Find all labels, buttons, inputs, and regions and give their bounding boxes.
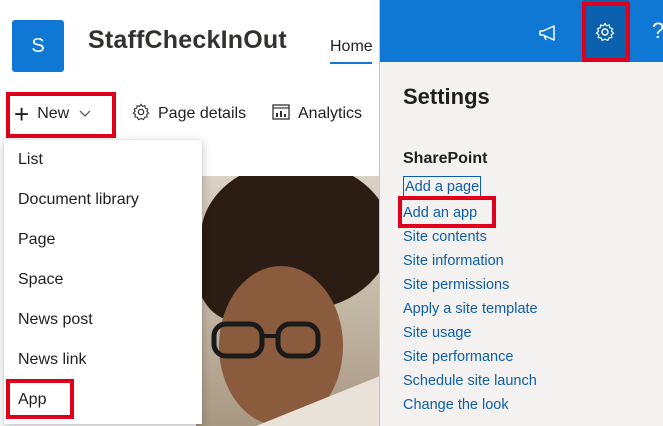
link-apply-site-template[interactable]: Apply a site template [403,298,538,322]
hero-image [196,176,380,426]
link-add-a-page[interactable]: Add a page [403,176,482,198]
menu-item-document-library[interactable]: Document library [4,180,202,220]
page-details-button[interactable]: Page details [132,94,246,134]
link-schedule-site-launch[interactable]: Schedule site launch [403,370,538,394]
menu-item-list[interactable]: List [4,140,202,180]
nav-active-indicator [330,62,372,64]
link-site-permissions[interactable]: Site permissions [403,274,538,298]
link-site-information[interactable]: Site information [403,250,538,274]
help-icon[interactable]: ? [652,18,663,44]
gear-icon [132,102,158,126]
site-logo[interactable]: S [12,20,64,72]
page-details-label: Page details [158,105,247,122]
highlight-app-item [6,379,74,419]
analytics-label: Analytics [298,105,363,122]
menu-item-news-link[interactable]: News link [4,340,202,380]
link-change-the-look[interactable]: Change the look [403,394,538,418]
nav-home-link[interactable]: Home [330,38,373,56]
site-title[interactable]: StaffCheckInOut [88,26,287,55]
menu-item-space[interactable]: Space [4,260,202,300]
analytics-button[interactable]: Analytics [272,94,362,134]
highlight-add-an-app [398,196,496,228]
menu-item-page[interactable]: Page [4,220,202,260]
menu-item-news-post[interactable]: News post [4,300,202,340]
sharepoint-heading: SharePoint [403,150,488,167]
megaphone-icon[interactable] [538,24,560,47]
site-area: S StaffCheckInOut Home + New Page detail… [0,0,380,426]
analytics-icon [272,103,298,125]
link-site-performance[interactable]: Site performance [403,346,538,370]
highlight-settings-gear [582,2,630,62]
link-site-contents[interactable]: Site contents [403,226,538,250]
highlight-new-button [6,92,116,138]
settings-title: Settings [403,84,490,109]
link-site-usage[interactable]: Site usage [403,322,538,346]
